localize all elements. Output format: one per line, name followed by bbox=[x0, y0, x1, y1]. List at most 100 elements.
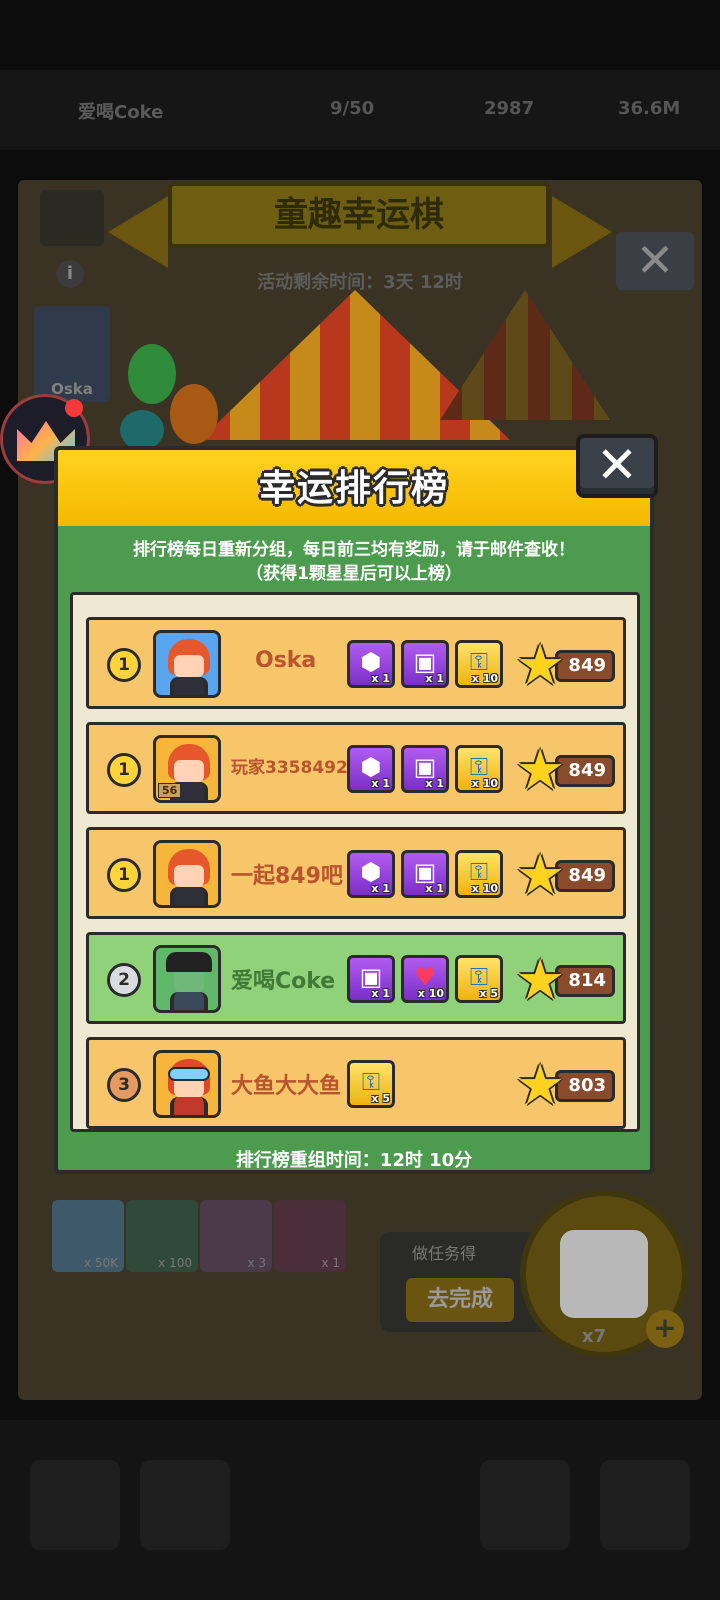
reward-quantity: x 1 bbox=[371, 672, 390, 685]
rank-badge: 1 bbox=[107, 648, 141, 682]
reward-quantity: x 1 bbox=[425, 777, 444, 790]
purple-box-icon[interactable]: ▣ x 1 bbox=[401, 850, 449, 898]
avatar[interactable] bbox=[153, 840, 221, 908]
reward-quantity: x 1 bbox=[425, 672, 444, 685]
go-complete-button[interactable]: 去完成 bbox=[406, 1278, 514, 1322]
purple-chest-icon[interactable]: ⬢ x 1 bbox=[347, 745, 395, 793]
close-button[interactable]: ✕ bbox=[576, 434, 658, 498]
bottom-nav bbox=[0, 1420, 720, 1600]
key-icon[interactable]: ⚿ x 10 bbox=[455, 850, 503, 898]
rank-badge: 1 bbox=[107, 858, 141, 892]
rank-badge: 1 bbox=[107, 753, 141, 787]
star-score: 849 ★ bbox=[515, 743, 615, 799]
avatar-body bbox=[170, 1097, 208, 1115]
player-name: 爱喝Coke bbox=[78, 102, 164, 123]
balloon-green bbox=[128, 344, 176, 404]
info-icon[interactable]: i bbox=[56, 260, 84, 288]
reward-quantity: x 1 bbox=[371, 882, 390, 895]
leaderboard-notice: 排行榜每日重新分组，每日前三均有奖励，请于邮件查收！ （获得1颗星星后可以上榜） bbox=[58, 538, 650, 586]
top-status-bar: 爱喝Coke 9/50 2987 36.6M bbox=[0, 70, 720, 150]
nav-slot-2[interactable] bbox=[140, 1460, 230, 1550]
avatar[interactable] bbox=[153, 945, 221, 1013]
rank-badge: 2 bbox=[107, 963, 141, 997]
key-icon[interactable]: ⚿ x 10 bbox=[455, 745, 503, 793]
leaderboard-row[interactable]: 2 爱喝Coke ▣ x 1 ♥ x 10 ⚿ x 5 814 ★ bbox=[86, 932, 626, 1024]
reward-quantity: x 1 bbox=[371, 777, 390, 790]
reward-quantity: x 10 bbox=[471, 777, 498, 790]
purple-box-icon[interactable]: ▣ x 1 bbox=[347, 955, 395, 1003]
star-icon: ★ bbox=[515, 1053, 566, 1118]
pirate-hat-icon bbox=[166, 952, 212, 972]
avatar[interactable] bbox=[153, 1050, 221, 1118]
balloon-teal bbox=[120, 410, 164, 450]
nav-slot-4[interactable] bbox=[480, 1460, 570, 1550]
leaderboard-row[interactable]: 1 Oska ⬢ x 1 ▣ x 1 ⚿ x 10 849 ★ bbox=[86, 617, 626, 709]
add-dice-icon[interactable]: + bbox=[646, 1310, 684, 1348]
leaderboard-row[interactable]: 1 一起849吧 ⬢ x 1 ▣ x 1 ⚿ x 10 849 ★ bbox=[86, 827, 626, 919]
purple-chest-icon[interactable]: ⬢ x 1 bbox=[347, 640, 395, 688]
tile-gems: x 100 bbox=[126, 1200, 198, 1272]
ranking-list[interactable]: 1 Oska ⬢ x 1 ▣ x 1 ⚿ x 10 849 ★ 1 56 玩家33584927 ⬢ x 1 ▣… bbox=[70, 592, 640, 1132]
star-score: 803 ★ bbox=[515, 1058, 615, 1114]
reward-quantity: x 10 bbox=[471, 882, 498, 895]
leaderboard-row[interactable]: 1 56 玩家33584927 ⬢ x 1 ▣ x 1 ⚿ x 10 849 ★ bbox=[86, 722, 626, 814]
player-level: 56 bbox=[158, 783, 182, 798]
leaderboard-row[interactable]: 3 大鱼大大鱼 ⚿ x 5 803 ★ bbox=[86, 1037, 626, 1129]
player-name: 大鱼大大鱼 bbox=[231, 1074, 342, 1099]
dice-progress: 9/50 bbox=[330, 98, 375, 119]
avatar-face bbox=[174, 655, 204, 677]
star-score: 849 ★ bbox=[515, 848, 615, 904]
notice-line-1: 排行榜每日重新分组，每日前三均有奖励，请于邮件查收！ bbox=[133, 540, 575, 560]
reward-quantity: x 1 bbox=[425, 882, 444, 895]
key-icon[interactable]: ⚿ x 10 bbox=[455, 640, 503, 688]
balloon-orange bbox=[170, 384, 218, 444]
avatar[interactable]: 56 bbox=[153, 735, 221, 803]
avatar-body bbox=[170, 887, 208, 905]
player-name: 玩家33584927 bbox=[231, 758, 360, 778]
reward-quantity: x 10 bbox=[471, 672, 498, 685]
self-player-card: Oska bbox=[34, 306, 110, 402]
purple-box-icon[interactable]: ▣ x 1 bbox=[401, 640, 449, 688]
event-title-banner: 童趣幸运棋 bbox=[168, 182, 550, 248]
purple-box-icon[interactable]: ▣ x 1 bbox=[401, 745, 449, 793]
heart-icon[interactable]: ♥ x 10 bbox=[401, 955, 449, 1003]
task-label: 做任务得 bbox=[412, 1244, 477, 1263]
purple-chest-icon[interactable]: ⬢ x 1 bbox=[347, 850, 395, 898]
star-icon: ★ bbox=[515, 843, 566, 908]
star-icon: ★ bbox=[515, 948, 566, 1013]
player-name: 一起849吧 bbox=[231, 864, 343, 889]
key-icon[interactable]: ⚿ x 5 bbox=[347, 1060, 395, 1108]
leaderboard-title: 幸运排行榜 bbox=[258, 468, 449, 509]
tile-coins: x 50K bbox=[52, 1200, 124, 1272]
reward-quantity: x 5 bbox=[479, 987, 498, 1000]
goggles-icon bbox=[168, 1067, 210, 1081]
event-timer: 活动剩余时间：3天 12时 bbox=[257, 272, 463, 293]
reward-quantity: x 10 bbox=[417, 987, 444, 1000]
reset-time: 排行榜重组时间：12时 10分 bbox=[235, 1150, 473, 1171]
gem-count: 2987 bbox=[484, 98, 535, 119]
avatar-face bbox=[174, 760, 204, 782]
avatar[interactable] bbox=[153, 630, 221, 698]
star-icon: ★ bbox=[515, 633, 566, 698]
nav-slot-5[interactable] bbox=[600, 1460, 690, 1550]
player-name: 爱喝Coke bbox=[231, 969, 336, 994]
notice-line-2: （获得1颗星星后可以上榜） bbox=[246, 564, 462, 584]
avatar-face bbox=[174, 865, 204, 887]
coin-count: 36.6M bbox=[618, 98, 681, 119]
dice-count: x7 bbox=[582, 1326, 607, 1347]
tile-stars: x 3 bbox=[200, 1200, 272, 1272]
nav-slot-1[interactable] bbox=[30, 1460, 120, 1550]
avatar-body bbox=[170, 677, 208, 695]
star-score: 849 ★ bbox=[515, 638, 615, 694]
notification-dot bbox=[65, 399, 83, 417]
event-close-icon[interactable]: ✕ bbox=[616, 232, 694, 290]
reward-quantity: x 1 bbox=[371, 987, 390, 1000]
leaderboard-modal: 幸运排行榜 ✕ 排行榜每日重新分组，每日前三均有奖励，请于邮件查收！ （获得1颗… bbox=[54, 434, 660, 1196]
menu-icon[interactable] bbox=[40, 190, 104, 246]
player-name: Oska bbox=[255, 648, 317, 673]
event-title: 童趣幸运棋 bbox=[274, 195, 444, 235]
rank-badge: 3 bbox=[107, 1068, 141, 1102]
reward-quantity: x 5 bbox=[371, 1092, 390, 1105]
avatar-face bbox=[174, 970, 204, 992]
key-icon[interactable]: ⚿ x 5 bbox=[455, 955, 503, 1003]
